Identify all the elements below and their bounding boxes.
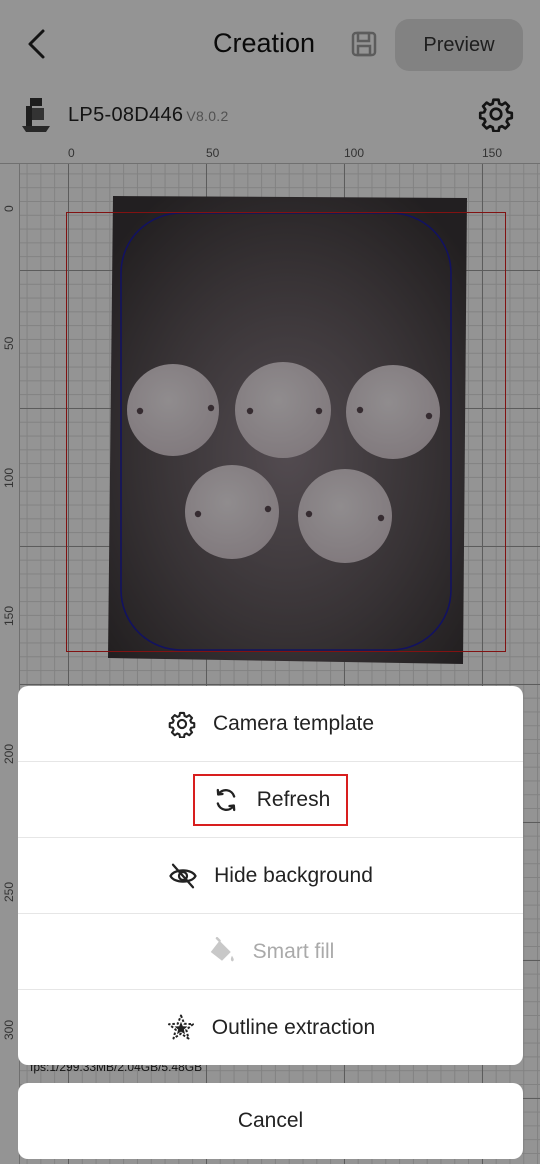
outline-extraction-label: Outline extraction (211, 1016, 376, 1039)
paint-bucket-icon (207, 936, 237, 967)
refresh-label: Refresh (256, 787, 331, 811)
smart-fill-label: Smart fill (252, 939, 335, 963)
hide-background-label: Hide background (214, 863, 373, 887)
outline-extraction-option[interactable]: Outline extraction (18, 990, 523, 1065)
star-outline-icon (166, 1013, 196, 1043)
refresh-highlight[interactable]: Refresh (192, 773, 349, 826)
refresh-icon (211, 785, 241, 815)
hide-background-option[interactable]: Hide background (18, 838, 523, 914)
refresh-option[interactable]: Refresh (18, 762, 523, 838)
camera-template-option[interactable]: Camera template (18, 686, 523, 762)
smart-fill-option[interactable]: Smart fill (18, 914, 523, 990)
eye-off-icon (168, 861, 198, 891)
gear-icon (167, 709, 197, 739)
action-sheet: Camera template Refresh Hide background (18, 686, 523, 1065)
camera-template-label: Camera template (212, 711, 375, 735)
cancel-button[interactable]: Cancel (18, 1083, 523, 1159)
